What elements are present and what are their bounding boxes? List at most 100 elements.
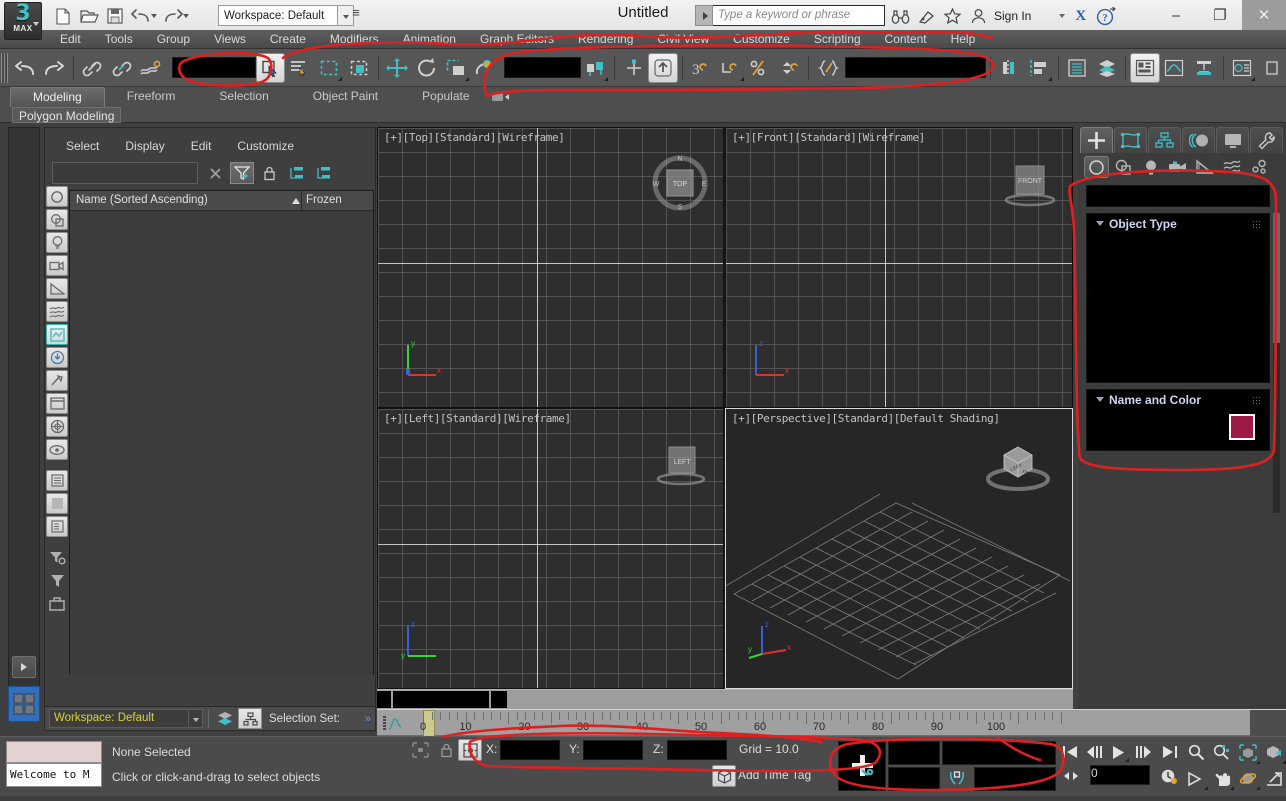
menu-item-help[interactable]: Help [939, 32, 988, 46]
close-button[interactable]: ✕ [1242, 0, 1286, 30]
viewcube-top[interactable]: TOP N E S W [651, 154, 709, 212]
display-none-icon[interactable] [46, 186, 68, 207]
auto-key-button[interactable] [838, 741, 886, 791]
pan-view-button[interactable] [1210, 767, 1234, 790]
menu-item-customize[interactable]: Customize [721, 32, 802, 46]
align-icon[interactable] [1024, 53, 1053, 83]
binoculars-icon[interactable] [888, 4, 912, 28]
previous-frame-button[interactable] [1084, 741, 1106, 763]
filter-funnel-icon[interactable] [230, 162, 254, 184]
material-editor-icon[interactable] [1227, 53, 1256, 83]
select-and-move-icon[interactable] [383, 53, 412, 83]
use-pivot-point-center-icon[interactable] [581, 53, 610, 83]
maximize-button[interactable]: ❐ [1198, 0, 1242, 30]
zoom-button[interactable] [1184, 741, 1208, 764]
explorer-menu-customize[interactable]: Customize [224, 139, 307, 153]
go-to-end-button[interactable] [1158, 741, 1180, 763]
favorites-star-icon[interactable] [940, 4, 964, 28]
display-spacewarps-icon[interactable] [46, 301, 68, 322]
angle-snap-toggle-secondary-icon[interactable] [716, 53, 745, 83]
key-filters-button[interactable] [888, 767, 940, 791]
angle-snap-toggle-icon[interactable] [648, 52, 678, 83]
workspace-bottom-caret-icon[interactable] [189, 709, 203, 728]
display-shapes-icon[interactable] [46, 324, 68, 345]
sign-in-link[interactable]: Sign In [994, 9, 1031, 23]
time-slider-prev-key[interactable] [377, 691, 391, 708]
time-slider-next-key[interactable] [491, 691, 507, 708]
key-mode-toggle-button[interactable] [1060, 765, 1082, 787]
scene-explorer-toggle-icon[interactable] [238, 708, 262, 729]
zoom-all-button[interactable] [1210, 741, 1234, 764]
coord-z-field[interactable] [667, 740, 727, 760]
menu-item-group[interactable]: Group [145, 32, 202, 46]
zoom-extents-button[interactable] [1236, 741, 1260, 764]
layer-explorer-icon[interactable] [1062, 53, 1091, 83]
redo-scene-operation-icon[interactable] [39, 53, 68, 83]
tab-object-paint[interactable]: Object Paint [291, 87, 400, 107]
set-key-button[interactable] [888, 741, 940, 765]
manage-layers-icon[interactable] [1092, 53, 1121, 83]
render-setup-icon[interactable] [1257, 53, 1286, 83]
column-header-name[interactable]: Name (Sorted Ascending) [76, 194, 208, 206]
column-header-frozen[interactable]: Frozen [306, 194, 342, 206]
user-account-icon[interactable] [966, 4, 990, 28]
viewport-left[interactable]: [+][Left][Standard][Wireframe] LEFT zy [377, 408, 724, 689]
toolbar-grip[interactable] [1, 52, 8, 83]
add-time-tag-icon[interactable] [712, 765, 736, 787]
tab-modeling[interactable]: Modeling [10, 87, 105, 107]
reference-coordinate-system-dropdown[interactable] [504, 57, 581, 78]
mirror-icon[interactable] [995, 53, 1024, 83]
tab-populate[interactable]: Populate [400, 87, 491, 107]
selection-filter-dropdown[interactable] [171, 57, 256, 78]
viewport-label-front[interactable]: [+][Front][Standard][Wireframe] [732, 131, 925, 144]
expand-all-icon[interactable] [284, 162, 308, 184]
left-panel-expand-button[interactable] [12, 656, 36, 678]
track-bar[interactable]: 0 10 20 30 40 50 60 70 80 90 100 [377, 709, 1286, 737]
hierarchy-tab[interactable] [1148, 127, 1181, 153]
viewport-top[interactable]: [+][Top][Standard][Wireframe] TOP N E S … [377, 127, 724, 408]
viewcube-front[interactable]: FRONT [1002, 156, 1058, 212]
undo-dropdown-caret[interactable] [151, 14, 157, 18]
rectangular-selection-region-icon[interactable] [315, 53, 344, 83]
zoom-region-button[interactable] [1262, 741, 1286, 764]
explorer-menu-edit[interactable]: Edit [178, 139, 225, 153]
menu-item-modifiers[interactable]: Modifiers [318, 32, 391, 46]
open-file-icon[interactable] [76, 4, 102, 28]
motion-tab[interactable] [1182, 127, 1215, 153]
select-and-place-icon[interactable] [471, 53, 500, 83]
workspace-bottom-selector[interactable]: Workspace: Default [49, 709, 189, 728]
animation-mode-field[interactable] [974, 767, 1056, 791]
viewport-front[interactable]: [+][Front][Standard][Wireframe] FRONT zx [725, 127, 1073, 408]
go-to-start-button[interactable] [1060, 741, 1082, 763]
sign-in-caret-icon[interactable] [1059, 14, 1066, 18]
maxscript-mini-listener-input[interactable] [6, 741, 102, 763]
spinner-snap-toggle-icon[interactable] [775, 53, 804, 83]
modify-tab[interactable] [1114, 127, 1147, 153]
orbit-button[interactable] [1236, 767, 1260, 790]
command-panel-scrollbar[interactable] [1273, 213, 1280, 513]
explorer-menu-select[interactable]: Select [53, 139, 112, 153]
max-application-menu-button[interactable]: 3 MAX [4, 2, 42, 40]
ribbon-options-icon[interactable] [490, 88, 520, 106]
menu-item-graph-editors[interactable]: Graph Editors [468, 32, 566, 46]
scene-explorer-table[interactable]: Name (Sorted Ascending) Frozen [69, 190, 374, 675]
set-key-mode-icon[interactable] [942, 767, 972, 791]
create-tab[interactable] [1080, 127, 1113, 153]
spacewarps-category[interactable] [1219, 156, 1244, 178]
display-particles-icon[interactable] [46, 370, 68, 391]
play-animation-button[interactable] [1108, 741, 1130, 763]
search-input[interactable]: Type a keyword or phrase [713, 5, 885, 26]
object-color-swatch[interactable] [1229, 414, 1255, 440]
select-and-scale-icon[interactable] [441, 53, 470, 83]
select-object-icon[interactable] [255, 52, 286, 83]
workspace-menu-icon[interactable]: ≡ [348, 5, 364, 26]
display-containers-icon[interactable] [46, 393, 68, 414]
ribbon-subtab-polygon-modeling[interactable]: Polygon Modeling [12, 107, 122, 123]
menu-item-views[interactable]: Views [202, 32, 258, 46]
display-lights-icon[interactable] [46, 232, 68, 253]
maximize-viewport-toggle-button[interactable] [1262, 767, 1286, 790]
viewcube-perspective[interactable]: LEFT FRONT [978, 433, 1058, 497]
explorer-search-input[interactable] [52, 162, 198, 184]
workspace-selector[interactable]: Workspace: Default [218, 5, 338, 26]
display-helpers-icon[interactable] [46, 278, 68, 299]
